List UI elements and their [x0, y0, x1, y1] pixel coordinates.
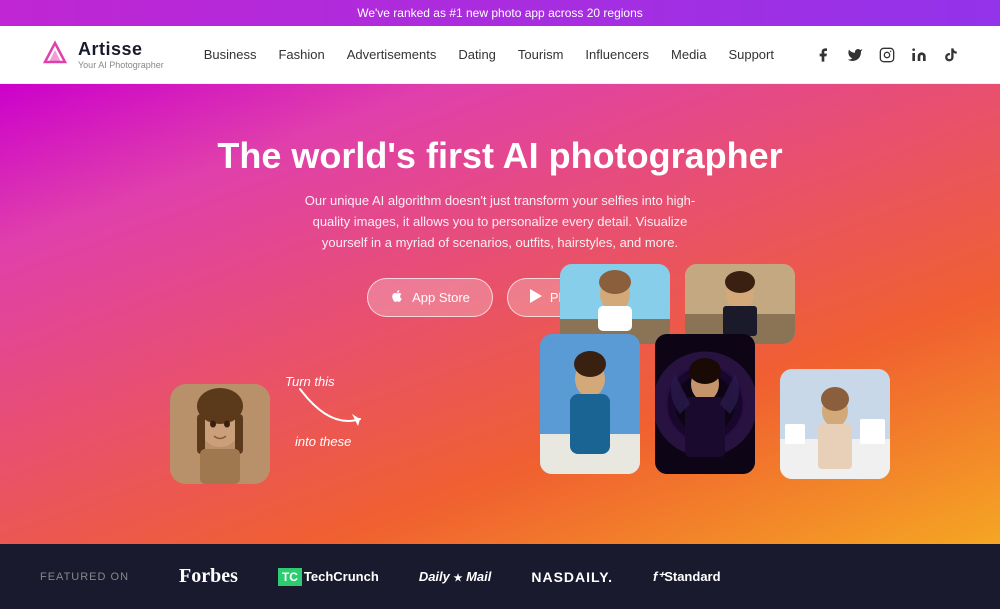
nav-links: Business Fashion Advertisements Dating T… [204, 46, 774, 64]
tiktok-icon[interactable] [942, 46, 960, 64]
arrow-decoration [290, 379, 370, 439]
daily-mail-logo: Daily ★ Mail [419, 569, 492, 584]
hero-title: The world's first AI photographer [40, 134, 960, 177]
result-image-4 [655, 334, 755, 474]
nav-business[interactable]: Business [204, 47, 257, 62]
nav-fashion[interactable]: Fashion [278, 47, 324, 62]
result-image-5 [780, 369, 890, 479]
nav-influencers[interactable]: Influencers [585, 47, 649, 62]
techcrunch-logo: TCTechCrunch [278, 569, 379, 584]
instagram-icon[interactable] [878, 46, 896, 64]
standard-logo: f⁺Standard [653, 569, 721, 585]
facebook-icon[interactable] [814, 46, 832, 64]
logo-icon [40, 40, 70, 70]
announcement-bar: We've ranked as #1 new photo app across … [0, 0, 1000, 26]
logo[interactable]: Artisse Your AI Photographer [40, 39, 164, 70]
nav-dating[interactable]: Dating [458, 47, 496, 62]
images-area: Turn this into these [0, 264, 1000, 544]
logo-tagline: Your AI Photographer [78, 60, 164, 70]
social-icons [814, 46, 960, 64]
hero-subtitle: Our unique AI algorithm doesn't just tra… [290, 191, 710, 253]
selfie-image [170, 384, 270, 484]
linkedin-icon[interactable] [910, 46, 928, 64]
source-selfie [170, 384, 270, 484]
nav-advertisements[interactable]: Advertisements [347, 47, 437, 62]
result-images [540, 264, 920, 524]
nasdaily-logo: NASDAILY. [531, 569, 613, 585]
forbes-logo: Forbes [179, 565, 238, 588]
announcement-text: We've ranked as #1 new photo app across … [357, 6, 643, 20]
navbar: Artisse Your AI Photographer Business Fa… [0, 26, 1000, 84]
into-these-label: into these [295, 434, 351, 449]
result-image-3 [540, 334, 640, 474]
hero-section: The world's first AI photographer Our un… [0, 84, 1000, 544]
twitter-icon[interactable] [846, 46, 864, 64]
featured-label: FEATURED ON [40, 571, 129, 583]
nav-support[interactable]: Support [728, 47, 774, 62]
featured-bar: FEATURED ON Forbes TCTechCrunch Daily ★ … [0, 544, 1000, 609]
nav-media[interactable]: Media [671, 47, 706, 62]
logo-name: Artisse [78, 39, 164, 60]
press-logos: Forbes TCTechCrunch Daily ★ Mail NASDAIL… [179, 565, 721, 588]
logo-text: Artisse Your AI Photographer [78, 39, 164, 70]
nav-tourism[interactable]: Tourism [518, 47, 564, 62]
result-image-1 [560, 264, 670, 344]
result-image-2 [685, 264, 795, 344]
